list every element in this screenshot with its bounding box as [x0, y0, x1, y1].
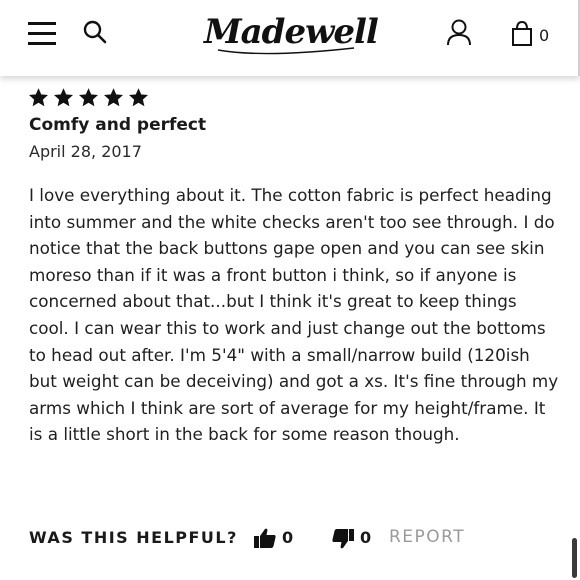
bag-count: 0 — [539, 26, 550, 45]
review-body: I love everything about it. The cotton f… — [29, 185, 559, 445]
star-icon — [54, 88, 73, 107]
shopping-bag-icon[interactable] — [510, 20, 534, 46]
report-link[interactable]: REPORT — [389, 526, 465, 548]
star-icon — [104, 88, 123, 107]
helpful-label: WAS THIS HELPFUL? — [29, 528, 238, 547]
hamburger-menu-icon[interactable] — [28, 20, 56, 46]
star-icon — [29, 88, 48, 107]
thumbs-down-icon[interactable] — [332, 529, 354, 549]
star-icon — [79, 88, 98, 107]
search-icon[interactable] — [82, 19, 108, 45]
page: Madewell 0 Comfy and perfect April 28, 2… — [0, 0, 580, 580]
helpful-row: WAS THIS HELPFUL? 0 0 REPORT — [29, 524, 559, 552]
account-icon[interactable] — [444, 17, 474, 47]
scrollbar-thumb[interactable] — [572, 538, 577, 578]
review-title: Comfy and perfect — [29, 115, 207, 135]
review-date: April 28, 2017 — [29, 142, 142, 161]
madewell-logo[interactable]: Madewell — [204, 10, 379, 60]
star-icon — [129, 88, 148, 107]
thumbs-up-icon[interactable] — [254, 528, 276, 548]
site-header: Madewell 0 — [0, 0, 580, 76]
helpful-down-count: 0 — [360, 528, 372, 547]
star-rating — [29, 88, 154, 108]
logo-swash — [217, 47, 355, 55]
helpful-up-count: 0 — [282, 528, 294, 547]
